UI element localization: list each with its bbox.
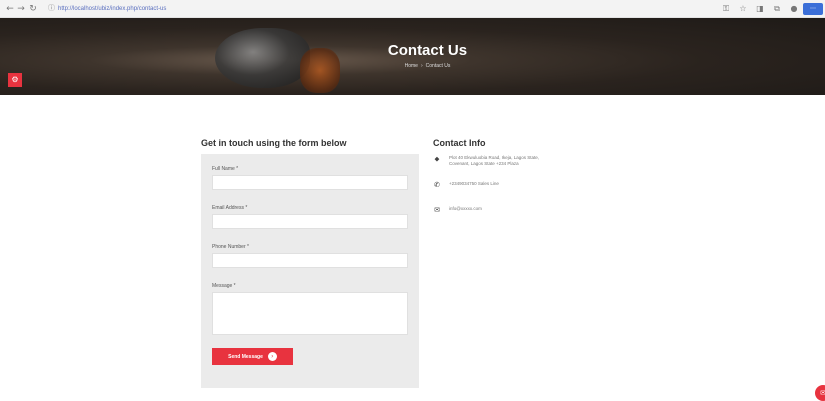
profile-button[interactable]: ⋯	[803, 3, 823, 15]
extension-icon[interactable]: ◨	[755, 3, 765, 15]
browser-toolbar: ← → ↻ ⓘ http://localhost/ubiz/index.php/…	[0, 0, 825, 18]
email-row: ✉ info@xxxxx.com	[433, 206, 482, 214]
full-name-label: Full Name *	[212, 166, 239, 172]
contact-info-heading: Contact Info	[433, 138, 486, 148]
email-label: Email Address *	[212, 205, 248, 211]
toolbar-icons: ⚿ ☆ ◨ ⧉ ●	[721, 3, 799, 15]
phone-row: ✆ +2349034750 Sales Line	[433, 181, 499, 189]
hero-image-helmet	[215, 28, 310, 88]
side-menu-button[interactable]: ⚙	[8, 73, 22, 87]
breadcrumb-home[interactable]: Home	[405, 63, 418, 69]
message-label: Message *	[212, 283, 236, 289]
email-text[interactable]: info@xxxxx.com	[449, 206, 482, 214]
email-input[interactable]	[212, 214, 408, 229]
map-marker-icon: ⬥	[434, 155, 440, 163]
send-button-label: Send Message	[228, 353, 263, 360]
full-name-input[interactable]	[212, 175, 408, 190]
phone-input[interactable]	[212, 253, 408, 268]
phone-text[interactable]: +2349034750 Sales Line	[449, 181, 499, 189]
arrow-right-icon: ›	[267, 352, 277, 361]
breadcrumb-current: Contact Us	[425, 63, 451, 69]
reload-icon[interactable]: ↻	[27, 3, 39, 15]
message-textarea[interactable]	[212, 292, 408, 335]
address-bar[interactable]: http://localhost/ubiz/index.php/contact-…	[58, 4, 166, 14]
star-icon[interactable]: ☆	[738, 3, 748, 15]
address-text: Plot 40 Ekwuluobia Road, Ikeja, Lagos St…	[449, 155, 540, 166]
breadcrumb: Home › Contact Us	[340, 63, 515, 69]
breadcrumb-separator-icon: ›	[420, 63, 423, 69]
send-message-button[interactable]: Send Message ›	[212, 348, 293, 365]
contact-form: Full Name * Email Address * Phone Number…	[201, 154, 419, 388]
user-icon[interactable]: ●	[789, 3, 799, 15]
puzzle-icon[interactable]: ⧉	[772, 3, 782, 15]
forward-icon[interactable]: →	[15, 3, 27, 15]
form-heading: Get in touch using the form below	[201, 138, 347, 148]
info-icon[interactable]: ⓘ	[48, 4, 56, 14]
address-row: ⬥ Plot 40 Ekwuluobia Road, Ikeja, Lagos …	[433, 155, 540, 167]
hero-banner: Contact Us Home › Contact Us	[0, 18, 825, 95]
phone-label: Phone Number *	[212, 244, 249, 250]
key-icon[interactable]: ⚿	[721, 3, 731, 15]
hero-image-accent	[300, 48, 340, 93]
phone-icon: ✆	[434, 181, 440, 189]
page-title: Contact Us	[387, 42, 468, 59]
envelope-icon: ✉	[434, 206, 440, 214]
